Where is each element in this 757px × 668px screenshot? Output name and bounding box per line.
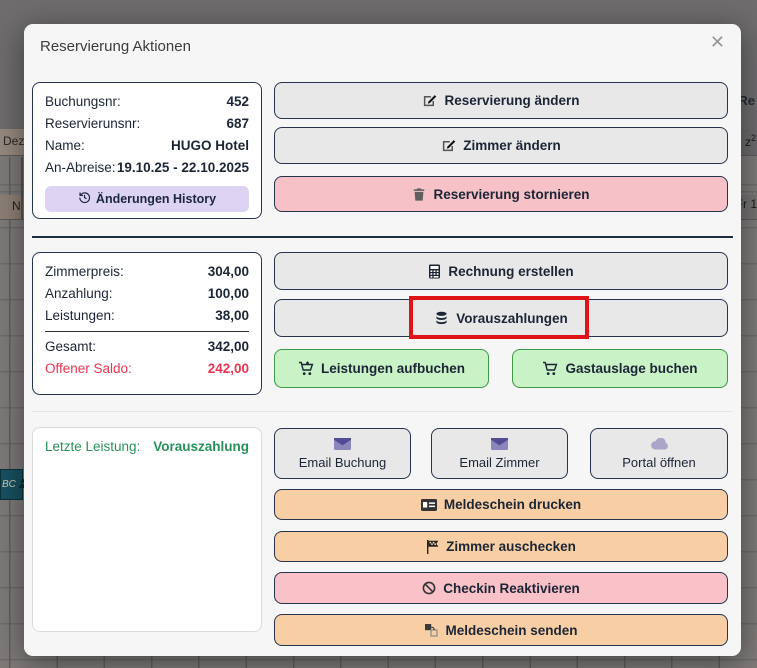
create-invoice-button[interactable]: Rechnung erstellen	[274, 252, 728, 290]
deposit-row: Anzahlung: 100,00	[45, 283, 249, 305]
booking-info-card: Buchungsnr: 452 Reservierunsnr: 687 Name…	[32, 82, 262, 219]
check-out-room-label: Zimmer auschecken	[446, 539, 576, 554]
cancel-reservation-label: Reservierung stornieren	[433, 187, 589, 202]
email-booking-label: Email Buchung	[299, 455, 386, 470]
print-registration-form-label: Meldeschein drucken	[444, 497, 581, 512]
arrival-departure-row: An-Abreise: 19.10.25 - 22.10.2025	[45, 157, 249, 179]
background-column-divider	[21, 157, 23, 220]
background-month-label: Dez	[3, 134, 24, 148]
dialog-title: Reservierung Aktionen	[40, 38, 191, 55]
open-balance-row: Offener Saldo: 242,00	[45, 358, 249, 380]
deposit-value: 100,00	[208, 283, 249, 305]
ban-icon	[422, 581, 436, 595]
cancel-reservation-button[interactable]: Reservierung stornieren	[274, 176, 728, 212]
guest-name-label: Name:	[45, 135, 85, 157]
history-icon	[78, 191, 91, 207]
close-icon[interactable]: ✕	[710, 34, 725, 52]
last-service-card: Letzte Leistung: Vorauszahlung	[32, 427, 262, 632]
reactivate-checkin-label: Checkin Reaktivieren	[443, 581, 580, 596]
reservation-number-label: Reservierunsnr:	[45, 113, 140, 135]
create-invoice-label: Rechnung erstellen	[448, 264, 573, 279]
edit-icon	[422, 93, 437, 108]
email-room-label: Email Zimmer	[459, 455, 539, 470]
add-services-label: Leistungen aufbuchen	[321, 361, 465, 376]
section-divider	[32, 236, 733, 238]
booking-number-label: Buchungsnr:	[45, 91, 121, 113]
section-divider-2	[32, 411, 733, 412]
id-card-icon	[421, 499, 437, 511]
services-label: Leistungen:	[45, 305, 115, 327]
reservation-number-row: Reservierunsnr: 687	[45, 113, 249, 135]
reservation-actions-dialog: Reservierung Aktionen ✕ Buchungsnr: 452 …	[24, 24, 741, 656]
envelope-icon	[334, 438, 351, 450]
reactivate-checkin-button[interactable]: Checkin Reaktivieren	[274, 572, 728, 604]
print-registration-form-button[interactable]: Meldeschein drucken	[274, 489, 728, 520]
email-room-button[interactable]: Email Zimmer	[431, 428, 568, 479]
reservation-number-value: 687	[226, 113, 249, 135]
guest-name-row: Name: HUGO Hotel	[45, 135, 249, 157]
services-value: 38,00	[215, 305, 249, 327]
cloud-icon	[650, 438, 669, 450]
screen: Dez z2 N Fr 1 Re BC Reservierung Aktione…	[0, 0, 757, 668]
total-label: Gesamt:	[45, 336, 96, 358]
change-reservation-button[interactable]: Reservierung ändern	[274, 82, 728, 119]
price-divider	[45, 331, 249, 332]
background-booking-bar: BC	[0, 469, 23, 500]
booking-number-row: Buchungsnr: 452	[45, 91, 249, 113]
room-price-label: Zimmerpreis:	[45, 261, 124, 283]
room-price-value: 304,00	[208, 261, 249, 283]
last-service-row: Letzte Leistung: Vorauszahlung	[45, 436, 249, 458]
last-service-value: Vorauszahlung	[153, 436, 249, 458]
email-booking-button[interactable]: Email Buchung	[274, 428, 411, 479]
cart-icon	[542, 361, 558, 376]
change-reservation-label: Reservierung ändern	[444, 93, 579, 108]
book-guest-expense-button[interactable]: Gastauslage buchen	[512, 349, 728, 388]
share-icon	[424, 623, 438, 637]
send-registration-form-label: Meldeschein senden	[445, 623, 577, 638]
last-service-label: Letzte Leistung:	[45, 436, 140, 458]
changes-history-label: Änderungen History	[96, 192, 216, 206]
background-month-label-right: z2	[745, 133, 756, 149]
add-services-button[interactable]: Leistungen aufbuchen	[274, 349, 489, 388]
trash-icon	[412, 187, 426, 202]
change-room-label: Zimmer ändern	[463, 138, 561, 153]
prepayments-label: Vorauszahlungen	[456, 311, 568, 326]
change-room-button[interactable]: Zimmer ändern	[274, 127, 728, 164]
envelope-icon	[491, 438, 508, 450]
arrival-departure-value: 19.10.25 - 22.10.2025	[117, 157, 249, 179]
cart-plus-icon	[298, 361, 314, 376]
open-portal-label: Portal öffnen	[622, 455, 695, 470]
coins-icon	[434, 311, 449, 325]
price-summary-card: Zimmerpreis: 304,00 Anzahlung: 100,00 Le…	[32, 252, 262, 395]
flag-icon	[426, 540, 439, 554]
book-guest-expense-label: Gastauslage buchen	[565, 361, 697, 376]
edit-icon	[441, 138, 456, 153]
total-row: Gesamt: 342,00	[45, 336, 249, 358]
calculator-icon	[428, 264, 441, 279]
prepayments-button[interactable]: Vorauszahlungen	[274, 299, 728, 337]
open-balance-label: Offener Saldo:	[45, 358, 132, 380]
changes-history-button[interactable]: Änderungen History	[45, 186, 249, 212]
open-portal-button[interactable]: Portal öffnen	[590, 428, 728, 479]
booking-number-value: 452	[226, 91, 249, 113]
arrival-departure-label: An-Abreise:	[45, 157, 116, 179]
total-value: 342,00	[208, 336, 249, 358]
guest-name-value: HUGO Hotel	[171, 135, 249, 157]
room-price-row: Zimmerpreis: 304,00	[45, 261, 249, 283]
deposit-label: Anzahlung:	[45, 283, 113, 305]
background-day-label-left: N	[12, 199, 21, 213]
send-registration-form-button[interactable]: Meldeschein senden	[274, 614, 728, 646]
services-row: Leistungen: 38,00	[45, 305, 249, 327]
check-out-room-button[interactable]: Zimmer auschecken	[274, 531, 728, 562]
open-balance-value: 242,00	[208, 358, 249, 380]
